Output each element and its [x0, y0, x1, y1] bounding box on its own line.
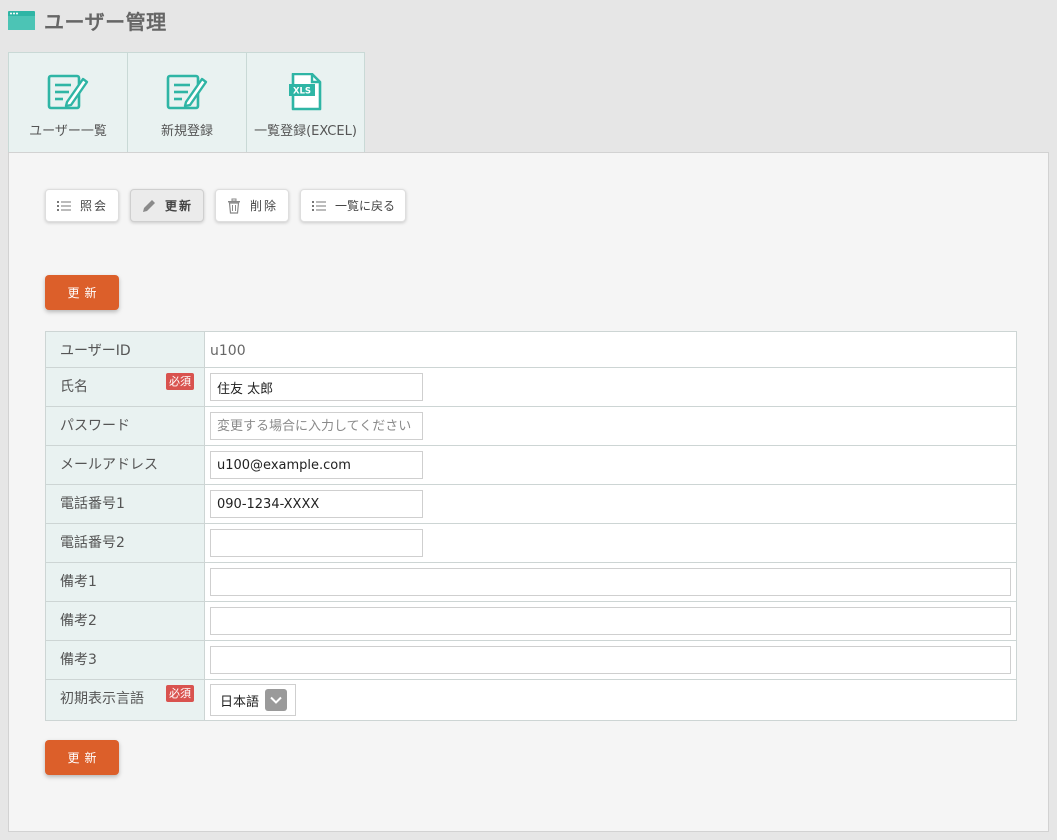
- edit-list-icon: [166, 73, 208, 111]
- tab-user-list[interactable]: ユーザー一覧: [8, 52, 127, 153]
- field-label: パスワード: [45, 406, 205, 446]
- tab-bar: ユーザー一覧 新規登録 XLS 一覧登録(EXCEL): [8, 52, 365, 153]
- field-label: 電話番号1: [45, 484, 205, 524]
- form-row-email: メールアドレス: [45, 445, 1017, 485]
- update-tab-button-label: 更新: [165, 199, 194, 213]
- form-row-language: 初期表示言語 必須 日本語: [45, 679, 1017, 721]
- update-submit-button-bottom[interactable]: 更新: [45, 740, 119, 775]
- note2-field[interactable]: [210, 607, 1011, 635]
- field-label: 電話番号2: [45, 523, 205, 563]
- form-row-password: パスワード: [45, 406, 1017, 446]
- field-label: 備考1: [45, 562, 205, 602]
- field-label: 備考3: [45, 640, 205, 680]
- update-tab-button[interactable]: 更新: [130, 189, 205, 222]
- list-icon: [56, 198, 72, 214]
- pencil-icon: [141, 198, 157, 214]
- trash-icon: [226, 198, 242, 214]
- update-submit-button-top[interactable]: 更新: [45, 275, 119, 310]
- page-header: ユーザー管理: [8, 6, 167, 34]
- language-selected-value: 日本語: [220, 694, 260, 710]
- form-row-note2: 備考2: [45, 601, 1017, 641]
- list-icon: [311, 198, 327, 214]
- chevron-down-icon: [265, 689, 288, 711]
- back-button-label: 一覧に戻る: [335, 199, 396, 213]
- phone1-field[interactable]: [210, 490, 423, 518]
- delete-button[interactable]: 削除: [215, 189, 290, 222]
- form-row-name: 氏名 必須: [45, 367, 1017, 407]
- edit-list-icon: [47, 73, 89, 111]
- language-select[interactable]: 日本語: [210, 684, 296, 716]
- email-field[interactable]: [210, 451, 423, 479]
- form-row-phone1: 電話番号1: [45, 484, 1017, 524]
- action-bar: 照会 更新 削除 一覧に戻る: [45, 189, 407, 222]
- field-label: 氏名: [60, 379, 88, 395]
- tab-label: ユーザー一覧: [29, 124, 107, 139]
- form-row-note3: 備考3: [45, 640, 1017, 680]
- user-id-value: u100: [210, 343, 246, 359]
- delete-button-label: 削除: [250, 199, 279, 213]
- tab-bulk-excel[interactable]: XLS 一覧登録(EXCEL): [246, 52, 365, 153]
- tab-label: 新規登録: [160, 124, 213, 139]
- tab-label: 一覧登録(EXCEL): [254, 124, 357, 139]
- user-form: ユーザーID u100 氏名 必須 パスワード メールアドレス: [45, 331, 1017, 721]
- field-label: 備考2: [45, 601, 205, 641]
- required-badge: 必須: [166, 373, 194, 390]
- content-panel: 照会 更新 削除 一覧に戻る 更新 ユーザーID u100 氏名 必須 住友 太…: [8, 152, 1049, 832]
- field-label: ユーザーID: [45, 331, 205, 368]
- name-field[interactable]: [210, 373, 423, 401]
- view-button[interactable]: 照会: [45, 189, 120, 222]
- back-to-list-button[interactable]: 一覧に戻る: [300, 189, 407, 222]
- xls-badge-text: XLS: [292, 87, 310, 97]
- password-field[interactable]: [210, 412, 423, 440]
- window-icon: [8, 10, 35, 30]
- form-row-note1: 備考1: [45, 562, 1017, 602]
- form-row-phone2: 電話番号2: [45, 523, 1017, 563]
- page-title: ユーザー管理: [44, 9, 167, 34]
- phone2-field[interactable]: [210, 529, 423, 557]
- required-badge: 必須: [166, 685, 194, 702]
- note1-field[interactable]: [210, 568, 1011, 596]
- note3-field[interactable]: [210, 646, 1011, 674]
- xls-file-icon: XLS: [285, 73, 327, 111]
- tab-new-registration[interactable]: 新規登録: [127, 52, 246, 153]
- field-label: メールアドレス: [45, 445, 205, 485]
- view-button-label: 照会: [80, 199, 109, 213]
- form-row-user-id: ユーザーID u100: [45, 331, 1017, 368]
- field-label: 初期表示言語: [60, 691, 144, 707]
